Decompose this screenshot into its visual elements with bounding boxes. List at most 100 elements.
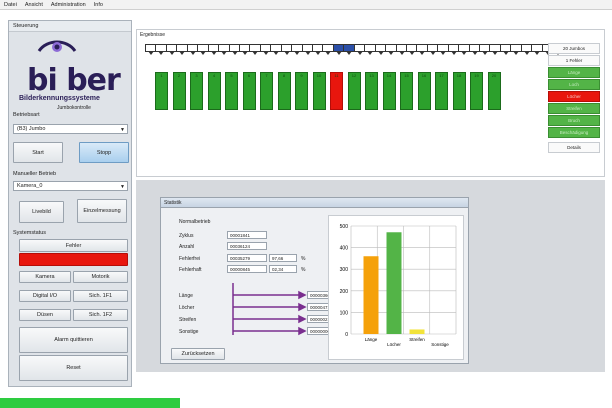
- percent-sign: %: [301, 256, 306, 262]
- digital-io-status: Digital I/O: [19, 290, 71, 302]
- position-ruler: [145, 44, 563, 56]
- jumbo-count: 20 Jumbos: [548, 43, 600, 54]
- start-button[interactable]: Start: [13, 142, 63, 163]
- jumbo-bar[interactable]: 13: [365, 72, 378, 110]
- jumbo-bar[interactable]: 20: [487, 72, 501, 110]
- fehlerhaft-percent: 02,34: [269, 265, 297, 273]
- category-arrows: [232, 283, 307, 336]
- ruler-cell: [343, 44, 354, 55]
- betriebsart-label: Betriebsart: [13, 112, 40, 118]
- ruler-cell: [479, 44, 490, 55]
- logo: bi ber Bilderkennungssysteme Jumbokontro…: [15, 37, 127, 111]
- duesen-status: Düsen: [19, 309, 71, 321]
- ruler-cell: [458, 44, 469, 55]
- manuell-label: Manueller Betrieb: [13, 171, 57, 177]
- ruler-cell: [270, 44, 281, 55]
- ruler-cell: [395, 44, 406, 55]
- jumbo-bar[interactable]: 17: [435, 72, 448, 110]
- loecher-status: Löcher: [548, 91, 600, 102]
- error-count: 1 Fehler: [548, 55, 600, 66]
- streifen-label: Streifen: [179, 317, 197, 323]
- control-panel: Steuerung bi ber Bilderkennungssysteme J…: [8, 20, 132, 387]
- jumbo-bar[interactable]: 9: [295, 72, 308, 110]
- kamera-status: Kamera: [19, 271, 71, 283]
- jumbo-bar[interactable]: 10: [312, 72, 326, 110]
- percent-sign: %: [301, 267, 306, 273]
- defect-chart: 0 100 200 300 400 500 Länge Löcher Streifen Sonst…: [328, 215, 464, 360]
- laenge-label: Länge: [179, 293, 193, 299]
- defect-chart-svg: 0 100 200 300 400 500 Länge Löcher Streifen Sonst…: [340, 224, 457, 347]
- betriebsart-select[interactable]: (B3) Jumbo ▼: [13, 124, 128, 134]
- alarm-status-indicator: [19, 253, 128, 266]
- ruler-cell: [145, 44, 156, 55]
- results-panel: Ergebnisse 1 2 3 4 5 6 7 8 9 10 11 12 13 14 15 16 17 18 19…: [136, 29, 605, 177]
- menu-bar: Datei Ansicht Administration Info: [0, 0, 612, 10]
- ruler-cell: [405, 44, 417, 55]
- chevron-down-icon: ▼: [120, 184, 125, 190]
- ruler-cell: [259, 44, 271, 55]
- reset-button[interactable]: Reset: [19, 355, 128, 381]
- kamera-select[interactable]: Kamera_0 ▼: [13, 181, 128, 191]
- systemstatus-label: Systemstatus: [13, 230, 47, 236]
- jumbo-bar[interactable]: 4: [207, 72, 221, 110]
- x-tick-label: Sonstige: [431, 342, 449, 347]
- menu-datei[interactable]: Datei: [4, 2, 17, 8]
- sonstige-label: Sonstige: [179, 329, 199, 335]
- menu-administration[interactable]: Administration: [51, 2, 86, 8]
- jumbo-bar[interactable]: 18: [452, 72, 466, 110]
- y-tick-label: 300: [340, 267, 349, 273]
- stopp-button[interactable]: Stopp: [79, 142, 129, 163]
- betriebsart-value: (B3) Jumbo: [17, 126, 46, 132]
- menu-ansicht[interactable]: Ansicht: [25, 2, 43, 8]
- kamera-value: Kamera_0: [17, 183, 43, 189]
- loecher-label: Löcher: [179, 305, 195, 311]
- jumbo-bar[interactable]: 16: [417, 72, 431, 110]
- loch-status: Loch: [548, 79, 600, 90]
- details-button[interactable]: Details: [548, 142, 600, 153]
- laenge-status: Länge: [548, 67, 600, 78]
- y-tick-label: 400: [340, 246, 349, 252]
- ruler-cell: [426, 44, 438, 55]
- streifen-status: Streifen: [548, 103, 600, 114]
- zuruecksetzen-button[interactable]: Zurücksetzen: [171, 348, 225, 360]
- motorik-status: Motorik: [73, 271, 128, 283]
- einzelmessung-button[interactable]: Einzelmessung: [77, 199, 127, 223]
- menu-info[interactable]: Info: [94, 2, 103, 8]
- bruch-status: Bruch: [548, 115, 600, 126]
- alarm-quittieren-button[interactable]: Alarm quittieren: [19, 327, 128, 353]
- ruler-cell: [155, 44, 166, 55]
- fehlerfrei-percent: 97,66: [269, 254, 297, 262]
- ruler-cell: [385, 44, 396, 55]
- jumbo-bar[interactable]: 7: [260, 72, 273, 110]
- ruler-cell: [353, 44, 365, 55]
- jumbo-bar[interactable]: 11: [330, 72, 343, 110]
- livebild-button[interactable]: Livebild: [19, 201, 64, 223]
- ruler-cell: [218, 44, 229, 55]
- ruler-cell: [531, 44, 542, 55]
- ruler-cell: [374, 44, 386, 55]
- fehlerfrei-field: 00035279: [227, 254, 267, 262]
- jumbo-bar[interactable]: 6: [242, 72, 256, 110]
- jumbo-bar[interactable]: 19: [470, 72, 483, 110]
- ruler-cell: [197, 44, 208, 55]
- chart-bar: [386, 232, 402, 334]
- jumbo-bar[interactable]: 15: [400, 72, 413, 110]
- chart-bar: [363, 256, 379, 334]
- results-side-panel: 20 Jumbos 1 Fehler Länge Loch Löcher Str…: [548, 43, 600, 154]
- x-tick-label: Löcher: [387, 342, 401, 347]
- chart-bar: [409, 329, 425, 334]
- ruler-cell: [520, 44, 532, 55]
- jumbo-bar[interactable]: 5: [225, 72, 238, 110]
- jumbo-bar[interactable]: 1: [155, 72, 168, 110]
- jumbo-bar[interactable]: 2: [172, 72, 186, 110]
- jumbo-bar[interactable]: 12: [347, 72, 361, 110]
- ruler-cell: [499, 44, 511, 55]
- ruler-cell: [228, 44, 239, 55]
- statistics-window: Statistik Normalbetrieb Zyklus 00001841 …: [160, 197, 469, 364]
- jumbo-bar[interactable]: 8: [277, 72, 291, 110]
- ruler-cell: [332, 44, 344, 55]
- ruler-cell: [207, 44, 219, 55]
- jumbo-bar[interactable]: 3: [190, 72, 203, 110]
- jumbo-bar[interactable]: 14: [382, 72, 396, 110]
- eye-icon: [37, 40, 77, 52]
